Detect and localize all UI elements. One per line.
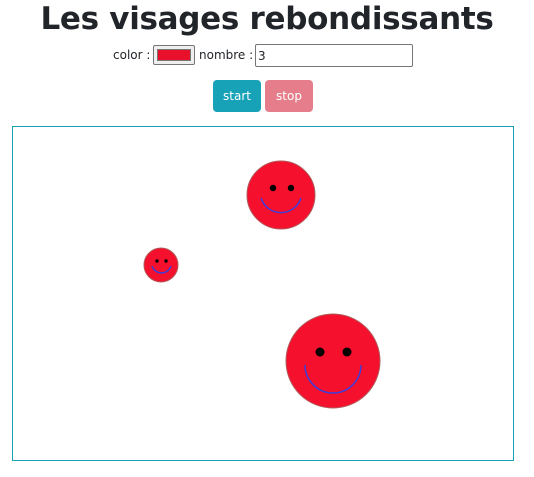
page-title: Les visages rebondissants	[40, 1, 494, 37]
start-button[interactable]: start	[213, 80, 261, 112]
count-label: nombre :	[199, 48, 254, 62]
animation-canvas	[12, 126, 514, 461]
stop-button[interactable]: stop	[265, 80, 313, 112]
smiley-face	[143, 247, 179, 283]
color-label: color :	[113, 48, 151, 62]
color-picker[interactable]	[153, 45, 195, 65]
color-picker-swatch	[157, 49, 191, 61]
count-input[interactable]	[255, 44, 413, 67]
smiley-face	[285, 313, 381, 409]
controls-row: color : nombre :	[0, 43, 534, 67]
faces-layer	[143, 160, 381, 409]
smiley-face	[246, 160, 316, 230]
